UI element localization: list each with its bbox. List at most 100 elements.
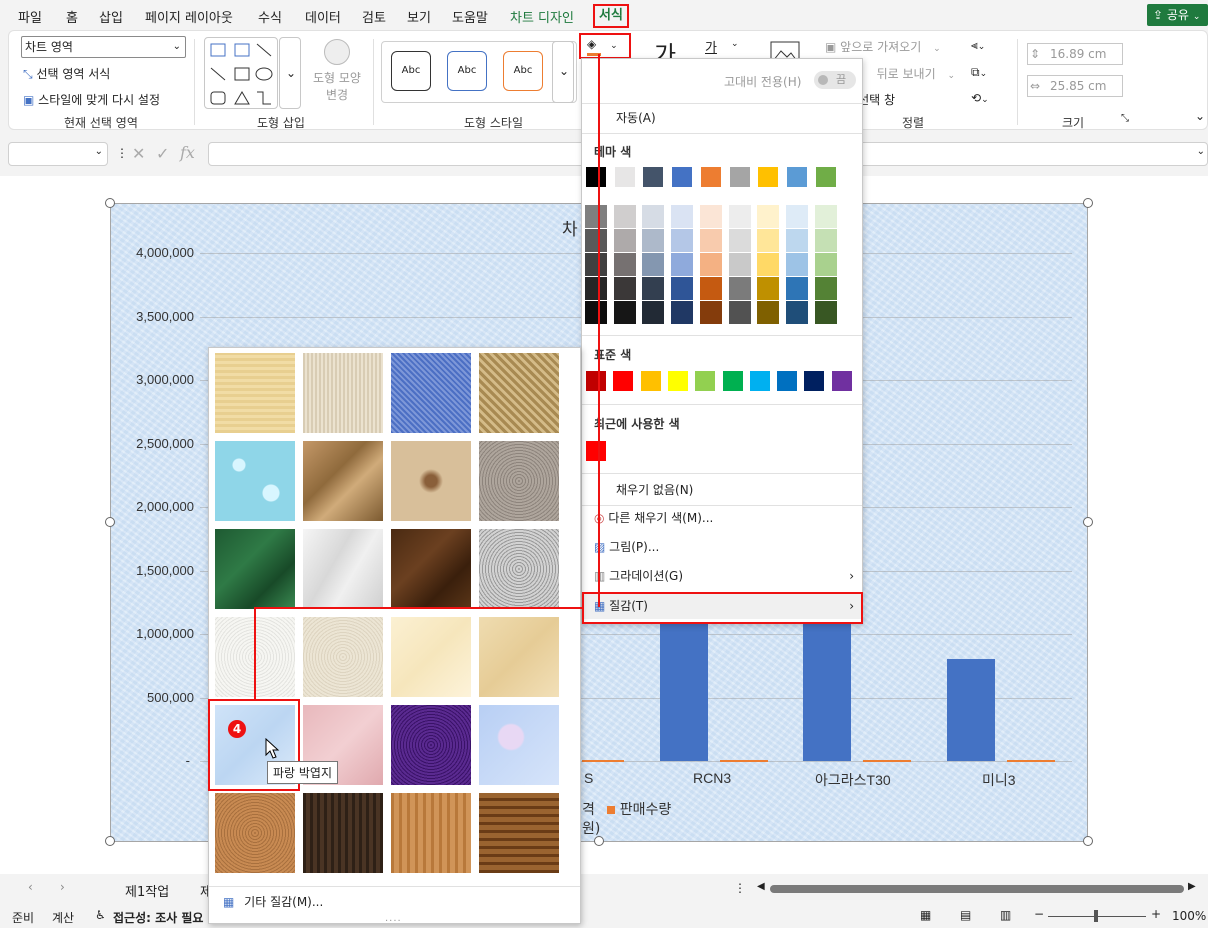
standard-color-swatch[interactable] xyxy=(585,370,607,392)
name-box[interactable]: ⌄ xyxy=(8,142,108,166)
theme-color-shade[interactable] xyxy=(699,205,722,228)
theme-color-shade[interactable] xyxy=(613,301,636,324)
texture-swatch[interactable] xyxy=(215,353,295,433)
zoom-level[interactable]: 100% xyxy=(1172,909,1206,923)
page-break-icon[interactable]: ▥ xyxy=(1000,908,1011,922)
texture-swatch[interactable] xyxy=(215,529,295,609)
theme-color-shade[interactable] xyxy=(642,277,665,300)
theme-color-shade[interactable] xyxy=(785,253,808,276)
standard-color-swatch[interactable] xyxy=(639,370,662,392)
theme-color-swatch[interactable] xyxy=(642,166,665,188)
scroll-left-icon[interactable]: ◀ xyxy=(757,881,765,892)
theme-color-shade[interactable] xyxy=(642,301,665,324)
shapes-gallery[interactable] xyxy=(204,37,278,109)
texture-swatch[interactable] xyxy=(303,793,383,873)
tab-data[interactable]: 데이터 xyxy=(305,7,341,26)
bar-series-2[interactable] xyxy=(582,760,624,762)
tab-review[interactable]: 검토 xyxy=(362,7,386,26)
texture-swatch[interactable] xyxy=(479,705,559,785)
theme-color-shade[interactable] xyxy=(757,301,780,324)
standard-color-swatch[interactable] xyxy=(666,370,689,392)
texture-swatch[interactable] xyxy=(215,793,295,873)
theme-color-shade[interactable] xyxy=(785,301,808,324)
texture-swatch[interactable] xyxy=(303,441,383,521)
theme-color-shade[interactable] xyxy=(671,253,694,276)
rotate-button[interactable]: ⟲⌄ xyxy=(971,91,989,105)
tab-help[interactable]: 도움말 xyxy=(452,7,488,26)
scroll-right-icon[interactable]: ▶ xyxy=(1188,881,1196,892)
theme-color-shade[interactable] xyxy=(699,277,722,300)
standard-color-swatch[interactable] xyxy=(830,370,853,392)
texture-swatch[interactable] xyxy=(391,617,471,697)
sheet-tab[interactable]: 제1작업 xyxy=(125,881,169,900)
page-layout-icon[interactable]: ▤ xyxy=(960,908,971,922)
theme-color-shade[interactable] xyxy=(613,277,636,300)
shape-style-1[interactable]: Abc xyxy=(391,51,431,91)
theme-color-shade[interactable] xyxy=(757,229,780,252)
tab-file[interactable]: 파일 xyxy=(18,7,42,26)
theme-color-shade[interactable] xyxy=(613,205,636,228)
next-sheet-icon[interactable]: › xyxy=(60,880,65,894)
align-button[interactable]: ⫷⌄ xyxy=(971,38,985,53)
texture-swatch[interactable] xyxy=(479,793,559,873)
theme-color-shade[interactable] xyxy=(728,205,751,228)
theme-color-shade[interactable] xyxy=(585,229,607,252)
more-options-icon[interactable]: ⋮ xyxy=(734,881,746,895)
theme-color-shade[interactable] xyxy=(585,253,607,276)
resize-handle[interactable] xyxy=(105,836,115,846)
height-input[interactable]: ⇕ 16.89 cm xyxy=(1027,43,1123,65)
theme-color-shade[interactable] xyxy=(671,277,694,300)
change-shape-button[interactable]: 도형 모양 변경 xyxy=(309,39,365,103)
shape-style-3[interactable]: Abc xyxy=(503,51,543,91)
standard-color-swatch[interactable] xyxy=(748,370,771,392)
tab-view[interactable]: 보기 xyxy=(407,7,431,26)
standard-color-swatch[interactable] xyxy=(694,370,717,392)
standard-color-swatch[interactable] xyxy=(776,370,799,392)
auto-color-item[interactable]: 자동(A) xyxy=(582,105,862,131)
size-dialog-launcher-icon[interactable]: ⤡ xyxy=(1121,113,1129,124)
theme-color-swatch[interactable] xyxy=(728,166,751,188)
theme-color-shade[interactable] xyxy=(814,301,837,324)
chevron-down-icon[interactable]: ⌄ xyxy=(731,39,739,49)
tab-home[interactable]: 홈 xyxy=(66,7,78,26)
width-input[interactable]: ⇔ 25.85 cm xyxy=(1027,75,1123,97)
theme-color-swatch[interactable] xyxy=(699,166,722,188)
resize-grip[interactable]: .... xyxy=(385,913,402,924)
bar-series-2[interactable] xyxy=(863,760,911,762)
standard-color-swatch[interactable] xyxy=(612,370,635,392)
collapse-ribbon-icon[interactable]: ⌄ xyxy=(1195,109,1205,123)
theme-color-shade[interactable] xyxy=(785,229,808,252)
function-icon[interactable]: fx xyxy=(180,143,195,162)
theme-color-shade[interactable] xyxy=(699,301,722,324)
bar-series-2[interactable] xyxy=(1007,760,1055,762)
theme-color-shade[interactable] xyxy=(613,253,636,276)
resize-handle[interactable] xyxy=(105,198,115,208)
theme-color-swatch[interactable] xyxy=(814,166,837,188)
theme-color-swatch[interactable] xyxy=(613,166,636,188)
theme-color-swatch[interactable] xyxy=(785,166,808,188)
bar[interactable] xyxy=(660,621,708,761)
texture-swatch[interactable] xyxy=(479,353,559,433)
bar-series-2[interactable] xyxy=(720,760,768,762)
status-calc[interactable]: 계산 xyxy=(52,909,74,926)
shape-styles-more-button[interactable]: ⌄ xyxy=(552,41,574,103)
more-textures-item[interactable]: ▦ 기타 질감(M)... xyxy=(209,889,580,915)
theme-color-shade[interactable] xyxy=(785,277,808,300)
resize-handle[interactable] xyxy=(594,836,604,846)
theme-color-shade[interactable] xyxy=(585,301,607,324)
resize-handle[interactable] xyxy=(105,517,115,527)
tab-insert[interactable]: 삽입 xyxy=(99,7,123,26)
texture-swatch[interactable] xyxy=(303,529,383,609)
no-fill-item[interactable]: 채우기 없음(N) xyxy=(582,477,862,503)
texture-swatch[interactable] xyxy=(391,793,471,873)
reset-style-button[interactable]: ▣ 스타일에 맞게 다시 설정 xyxy=(23,91,160,108)
theme-color-shade[interactable] xyxy=(728,253,751,276)
recent-color-swatch[interactable] xyxy=(585,440,607,462)
theme-color-shade[interactable] xyxy=(671,229,694,252)
bar[interactable] xyxy=(803,621,851,761)
theme-color-shade[interactable] xyxy=(585,277,607,300)
theme-color-shade[interactable] xyxy=(642,205,665,228)
share-button[interactable]: ⇪ 공유 ⌄ xyxy=(1147,4,1208,26)
theme-color-shade[interactable] xyxy=(814,229,837,252)
theme-color-shade[interactable] xyxy=(728,301,751,324)
